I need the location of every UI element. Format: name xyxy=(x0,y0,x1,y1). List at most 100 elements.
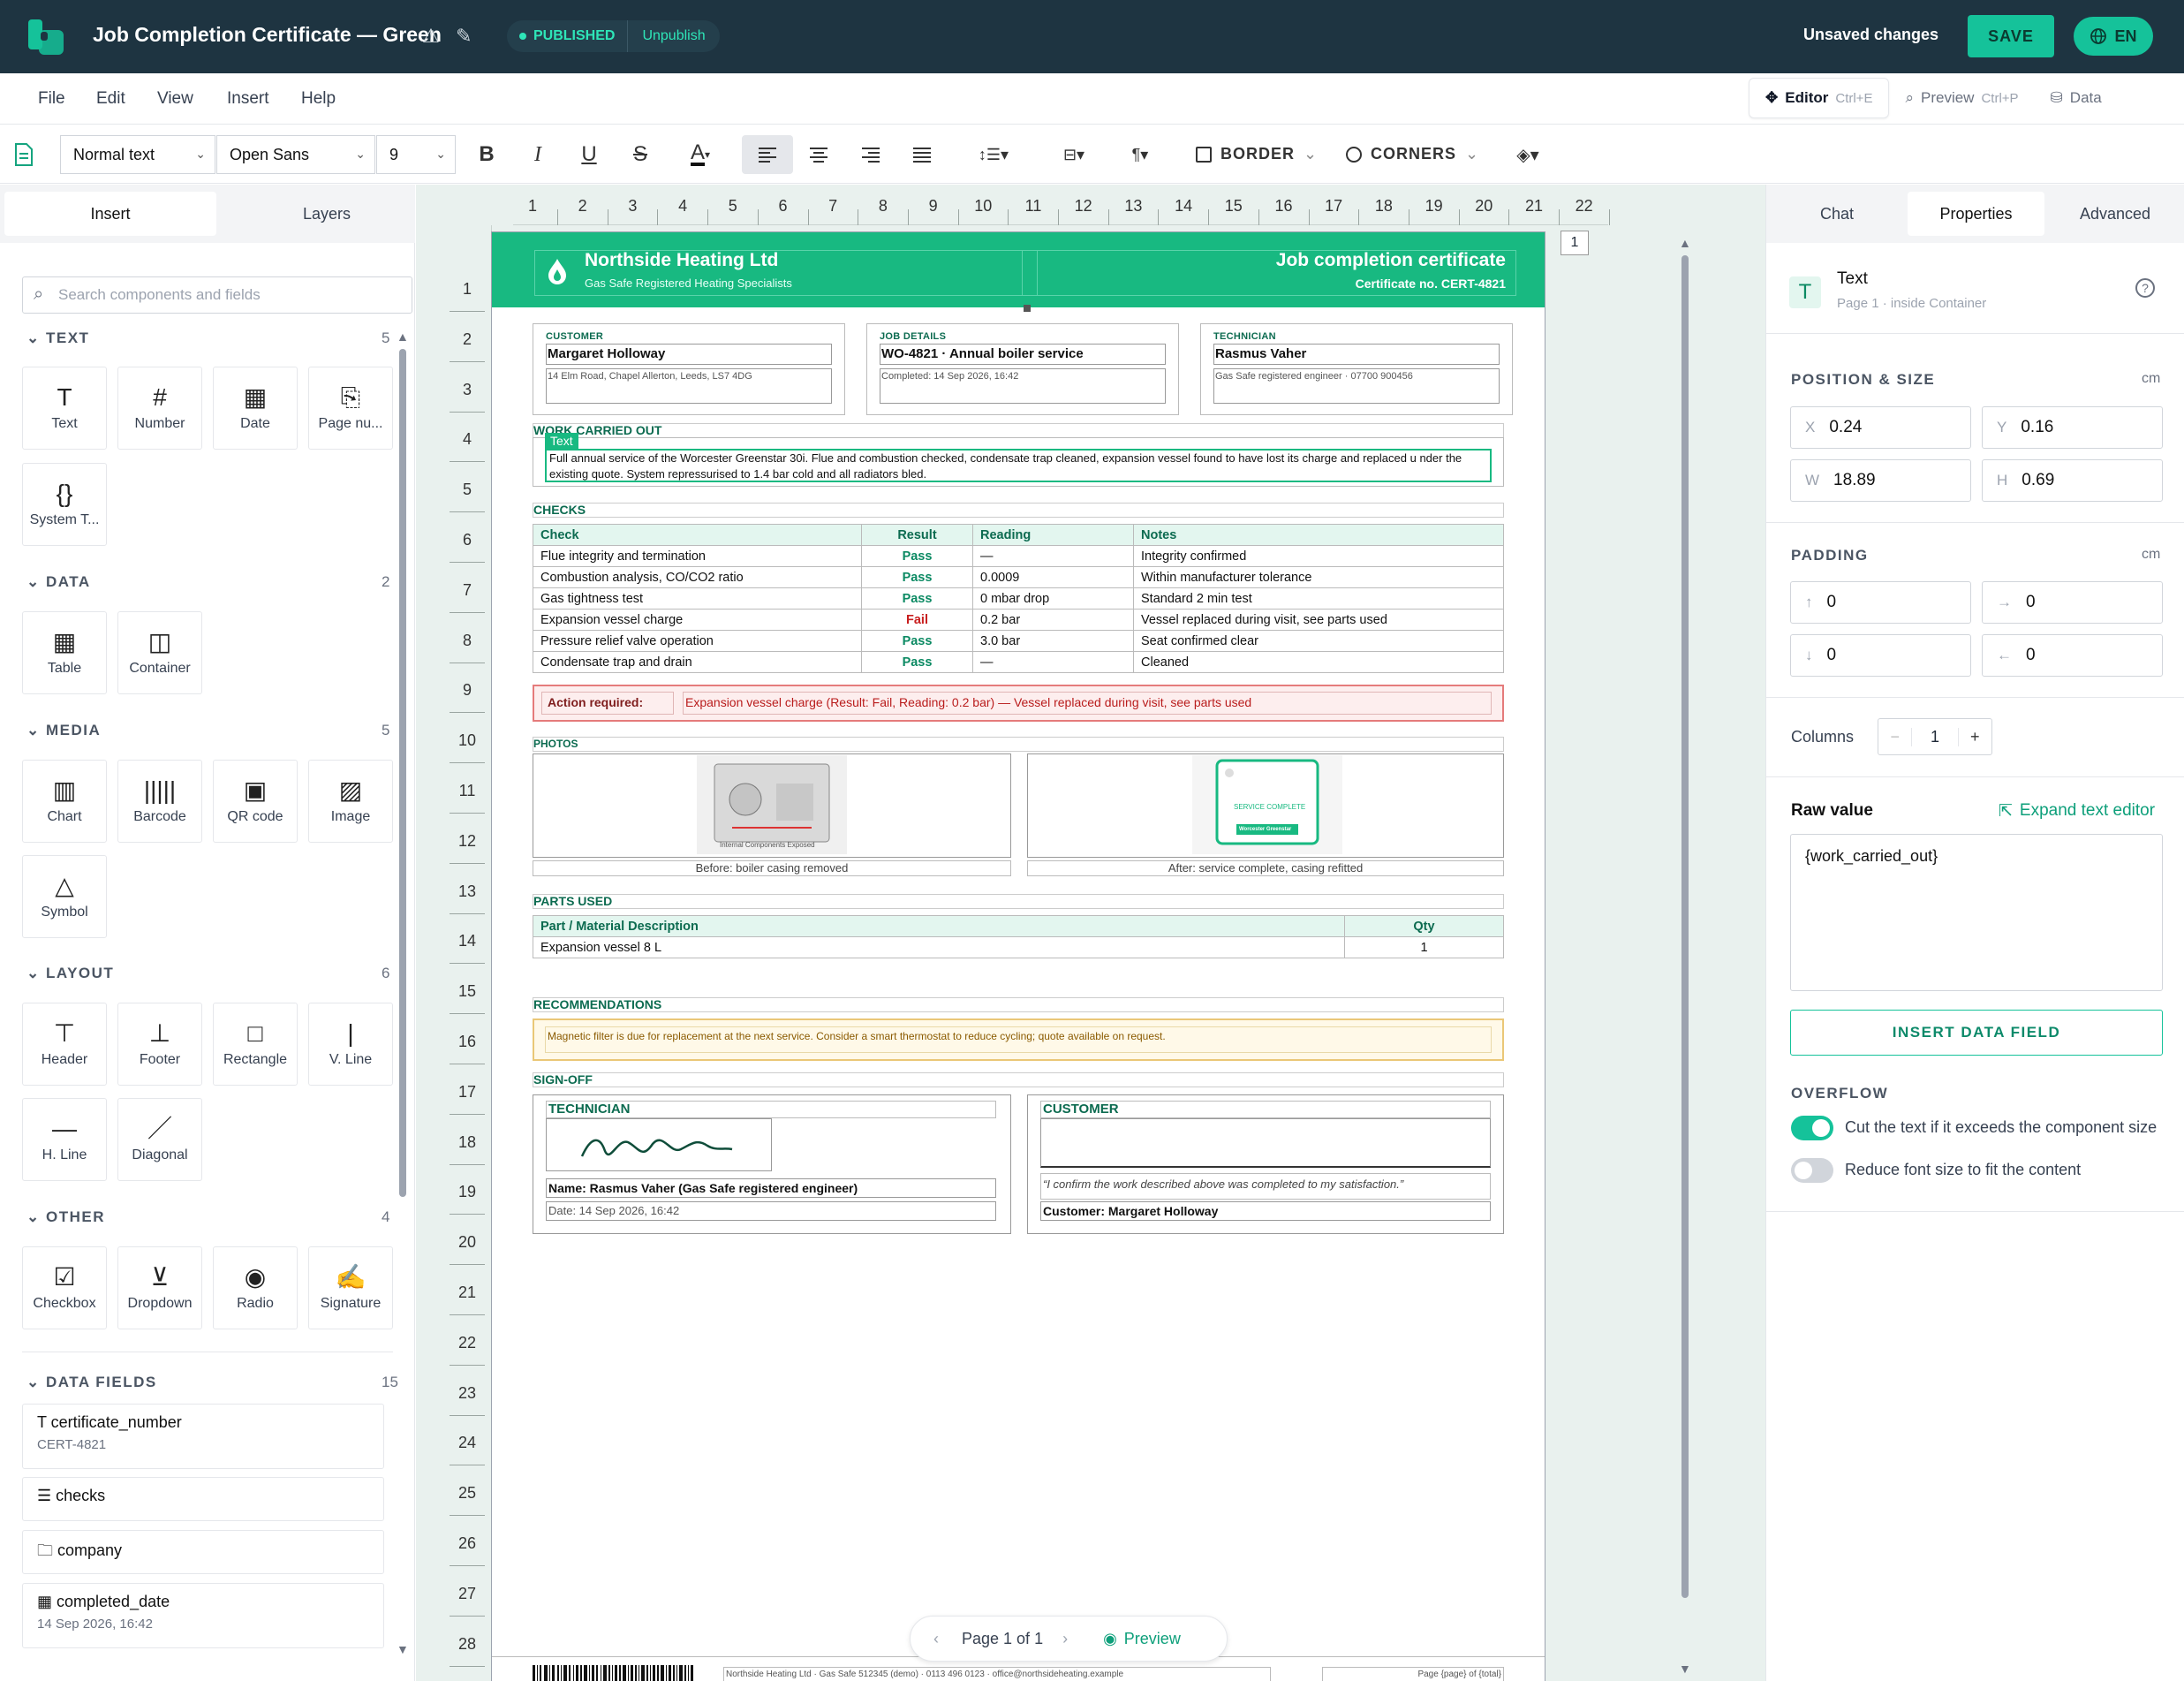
preview-mode-button[interactable]: ⌕ Preview Ctrl+P xyxy=(1889,78,2034,118)
width-field[interactable]: W 18.89 xyxy=(1790,459,1971,502)
menu-view[interactable]: View xyxy=(157,89,193,109)
document-title[interactable]: Job Completion Certificate — Green xyxy=(93,23,442,47)
insert-radio[interactable]: ◉ Radio xyxy=(213,1246,298,1329)
padding-left-field[interactable]: ← 0 xyxy=(1982,634,2163,677)
border-button[interactable]: BORDER ⌄ xyxy=(1196,145,1318,163)
italic-icon[interactable]: I xyxy=(517,135,559,174)
customer-signature-area[interactable] xyxy=(1040,1118,1491,1168)
job-details-card[interactable]: JOB DETAILS WO-4821 · Annual boiler serv… xyxy=(866,323,1179,415)
component-search-input[interactable]: ⌕ Search components and fields xyxy=(22,276,412,314)
tab-insert[interactable]: Insert xyxy=(4,192,216,236)
scroll-up-icon[interactable]: ▲ xyxy=(397,329,409,344)
overflow-reduce-toggle[interactable] xyxy=(1791,1158,1833,1183)
warning-icon[interactable]: ⚠ xyxy=(422,25,440,48)
insert-system-text[interactable]: {} System T... xyxy=(22,463,107,546)
customer-card[interactable]: CUSTOMER Margaret Holloway 14 Elm Road, … xyxy=(533,323,845,415)
menu-edit[interactable]: Edit xyxy=(96,89,125,109)
insert-dropdown[interactable]: ⊻ Dropdown xyxy=(117,1246,202,1329)
insert-symbol[interactable]: △ Symbol xyxy=(22,855,107,938)
unpublish-button[interactable]: Unpublish xyxy=(628,28,719,44)
tab-properties[interactable]: Properties xyxy=(1908,192,2044,236)
signoff-customer-box[interactable]: CUSTOMER “I confirm the work described a… xyxy=(1027,1094,1504,1234)
document-page[interactable]: Northside Heating Ltd Gas Safe Registere… xyxy=(491,231,1545,1681)
document-icon[interactable] xyxy=(14,143,34,166)
table-row[interactable]: Gas tightness test Pass 0 mbar drop Standar… xyxy=(533,587,1504,610)
editor-mode-button[interactable]: ✥ Editor Ctrl+E xyxy=(1749,78,1890,118)
left-scrollbar[interactable] xyxy=(399,349,406,1197)
plus-icon[interactable]: + xyxy=(1959,728,1991,746)
data-field-item[interactable]: 🗀 company xyxy=(22,1530,384,1574)
insert-table[interactable]: ▦ Table xyxy=(22,611,107,694)
section-text[interactable]: ⌄ TEXT 5 xyxy=(26,329,389,347)
data-field-item[interactable]: ▦ completed_date 14 Sep 2026, 16:42 xyxy=(22,1583,384,1648)
insert-data-field-button[interactable]: INSERT DATA FIELD xyxy=(1790,1010,2163,1056)
app-logo-icon[interactable] xyxy=(28,19,65,55)
height-field[interactable]: H 0.69 xyxy=(1982,459,2163,502)
preview-button[interactable]: ◉ Preview xyxy=(1103,1630,1181,1648)
text-direction-icon[interactable]: ¶▾ xyxy=(1113,135,1168,174)
insert-vertical-line[interactable]: | V. Line xyxy=(308,1003,393,1086)
checks-table[interactable]: Check Result Reading Notes Flue integrity a… xyxy=(533,524,1504,673)
text-color-icon[interactable]: A ▾ xyxy=(676,135,724,174)
insert-image[interactable]: ▨ Image xyxy=(308,760,393,843)
padding-bottom-field[interactable]: ↓ 0 xyxy=(1790,634,1971,677)
align-center-icon[interactable] xyxy=(797,135,840,174)
edit-title-icon[interactable]: ✎ xyxy=(456,25,472,48)
previous-page-icon[interactable]: ‹ xyxy=(933,1630,939,1648)
insert-footer[interactable]: ⊥ Footer xyxy=(117,1003,202,1086)
font-family-select[interactable]: Open Sans ⌄ xyxy=(216,135,375,174)
text-style-select[interactable]: Normal text ⌄ xyxy=(60,135,215,174)
canvas-area[interactable]: 1 2 3 4 5 6 7 8 9 10 11 12 13 14 15 16 17 18 19 20 21 22 1234… xyxy=(416,185,1765,1681)
insert-checkbox[interactable]: ☑ Checkbox xyxy=(22,1246,107,1329)
menu-help[interactable]: Help xyxy=(301,89,336,109)
align-left-icon[interactable] xyxy=(742,135,793,174)
align-justify-icon[interactable] xyxy=(901,135,943,174)
menu-file[interactable]: File xyxy=(38,89,65,109)
parts-table[interactable]: Part / Material Description Qty Expansio… xyxy=(533,915,1504,958)
padding-right-field[interactable]: → 0 xyxy=(1982,581,2163,624)
table-row[interactable]: Flue integrity and termination Pass — Integ… xyxy=(533,545,1504,567)
section-other[interactable]: ⌄ OTHER 4 xyxy=(26,1208,389,1226)
document-header[interactable]: Northside Heating Ltd Gas Safe Registere… xyxy=(492,232,1545,307)
help-icon[interactable]: ? xyxy=(2135,278,2155,298)
next-page-icon[interactable]: › xyxy=(1062,1630,1068,1648)
technician-card[interactable]: TECHNICIAN Rasmus Vaher Gas Safe registe… xyxy=(1200,323,1513,415)
table-row[interactable]: Pressure relief valve operation Pass 3.0 b… xyxy=(533,630,1504,652)
data-field-item[interactable]: ☰ checks xyxy=(22,1477,384,1521)
raw-value-textarea[interactable]: {work_carried_out} xyxy=(1790,834,2163,991)
y-field[interactable]: Y 0.16 xyxy=(1982,406,2163,449)
insert-container[interactable]: ◫ Container xyxy=(117,611,202,694)
columns-stepper[interactable]: − 1 + xyxy=(1878,718,1992,755)
data-field-item[interactable]: T certificate_number CERT-4821 xyxy=(22,1404,384,1469)
padding-top-field[interactable]: ↑ 0 xyxy=(1790,581,1971,624)
language-button[interactable]: EN xyxy=(2074,17,2153,56)
expand-editor-link[interactable]: ⇱ Expand text editor xyxy=(1999,801,2155,822)
resize-handle[interactable] xyxy=(1024,305,1031,312)
align-right-icon[interactable] xyxy=(850,135,892,174)
tab-chat[interactable]: Chat xyxy=(1771,192,1903,236)
section-media[interactable]: ⌄ MEDIA 5 xyxy=(26,722,389,739)
insert-signature[interactable]: ✍ Signature xyxy=(308,1246,393,1329)
scroll-down-icon[interactable]: ▼ xyxy=(397,1642,409,1656)
insert-page-number[interactable]: ⎘ Page nu... xyxy=(308,367,393,450)
insert-text[interactable]: T Text xyxy=(22,367,107,450)
insert-qr-code[interactable]: ▣ QR code xyxy=(213,760,298,843)
line-height-icon[interactable]: ↕☰▾ xyxy=(963,135,1024,174)
signoff-technician-box[interactable]: TECHNICIAN Name: Rasmus Vaher (Gas Safe … xyxy=(533,1094,1011,1234)
menu-insert[interactable]: Insert xyxy=(227,89,269,109)
strikethrough-icon[interactable]: S xyxy=(619,135,661,174)
table-row[interactable]: Expansion vessel charge Fail 0.2 bar Vessel… xyxy=(533,609,1504,631)
x-field[interactable]: X 0.24 xyxy=(1790,406,1971,449)
insert-rectangle[interactable]: □ Rectangle xyxy=(213,1003,298,1086)
scroll-up-icon[interactable]: ▲ xyxy=(1679,236,1691,250)
font-size-select[interactable]: 9 ⌄ xyxy=(376,135,456,174)
insert-date[interactable]: ▦ Date xyxy=(213,367,298,450)
work-text-selected[interactable]: Full annual service of the Worcester Gre… xyxy=(545,449,1492,482)
insert-diagonal[interactable]: ／ Diagonal xyxy=(117,1098,202,1181)
section-data[interactable]: ⌄ DATA 2 xyxy=(26,573,389,591)
insert-barcode[interactable]: ||||| Barcode xyxy=(117,760,202,843)
insert-chart[interactable]: ▥ Chart xyxy=(22,760,107,843)
section-data-fields[interactable]: ⌄ DATA FIELDS 15 xyxy=(26,1374,398,1391)
insert-horizontal-line[interactable]: — H. Line xyxy=(22,1098,107,1181)
table-row[interactable]: Condensate trap and drain Pass — Cleaned xyxy=(533,651,1504,673)
